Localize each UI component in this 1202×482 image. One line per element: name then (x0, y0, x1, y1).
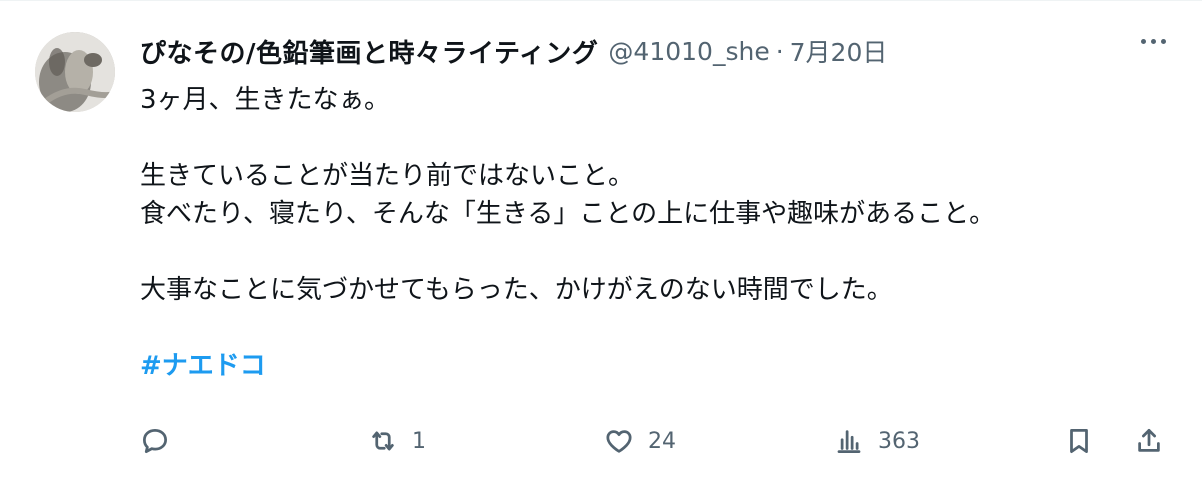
views-icon (837, 430, 861, 453)
tweet-line: 食べたり、寝たり、そんな「生きる」ことの上に仕事や趣味があること。 (140, 199, 996, 229)
reply-icon (143, 429, 167, 453)
like-count: 24 (648, 428, 676, 454)
separator-dot: · (775, 36, 784, 66)
tweet-line: 3ヶ月、生きたなぁ。 (140, 85, 391, 115)
action-bar: 1 24 363 (140, 419, 1172, 463)
more-icon (1161, 39, 1166, 44)
bookmark-button[interactable] (1064, 419, 1094, 463)
share-icon (1138, 429, 1160, 452)
more-options-button[interactable] (1141, 39, 1166, 44)
author-handle[interactable]: @41010_she (608, 37, 769, 66)
tweet-line (140, 233, 1162, 271)
tweet[interactable]: ぴなその/色鉛筆画と時々ライティング @41010_she · 7月20日 3ヶ… (0, 0, 1202, 482)
views-button[interactable]: 363 (834, 419, 920, 463)
tweet-header: ぴなその/色鉛筆画と時々ライティング @41010_she · 7月20日 (140, 31, 887, 71)
views-count: 363 (878, 428, 920, 454)
hashtag-link[interactable]: #ナエドコ (140, 351, 266, 381)
tweet-line (140, 119, 1162, 157)
retweet-button[interactable]: 1 (368, 419, 426, 463)
tweet-line (140, 309, 1162, 347)
more-icon (1141, 39, 1146, 44)
bookmark-icon (1070, 429, 1088, 453)
retweet-count: 1 (412, 428, 426, 454)
author-name[interactable]: ぴなその/色鉛筆画と時々ライティング (140, 33, 598, 70)
avatar[interactable] (35, 32, 115, 112)
reply-button[interactable] (140, 419, 184, 463)
like-icon (606, 430, 632, 453)
tweet-text: 3ヶ月、生きたなぁ。 生きていることが当たり前ではないこと。 食べたり、寝たり、… (140, 81, 1162, 385)
retweet-icon (372, 431, 394, 451)
like-button[interactable]: 24 (604, 419, 676, 463)
tweet-line: 生きていることが当たり前ではないこと。 (140, 161, 635, 191)
share-button[interactable] (1134, 419, 1164, 463)
tweet-date[interactable]: 7月20日 (790, 33, 888, 69)
tweet-line: 大事なことに気づかせてもらった、かけがえのない時間でした。 (140, 275, 893, 305)
more-icon (1151, 39, 1156, 44)
avatar-image (35, 32, 115, 112)
